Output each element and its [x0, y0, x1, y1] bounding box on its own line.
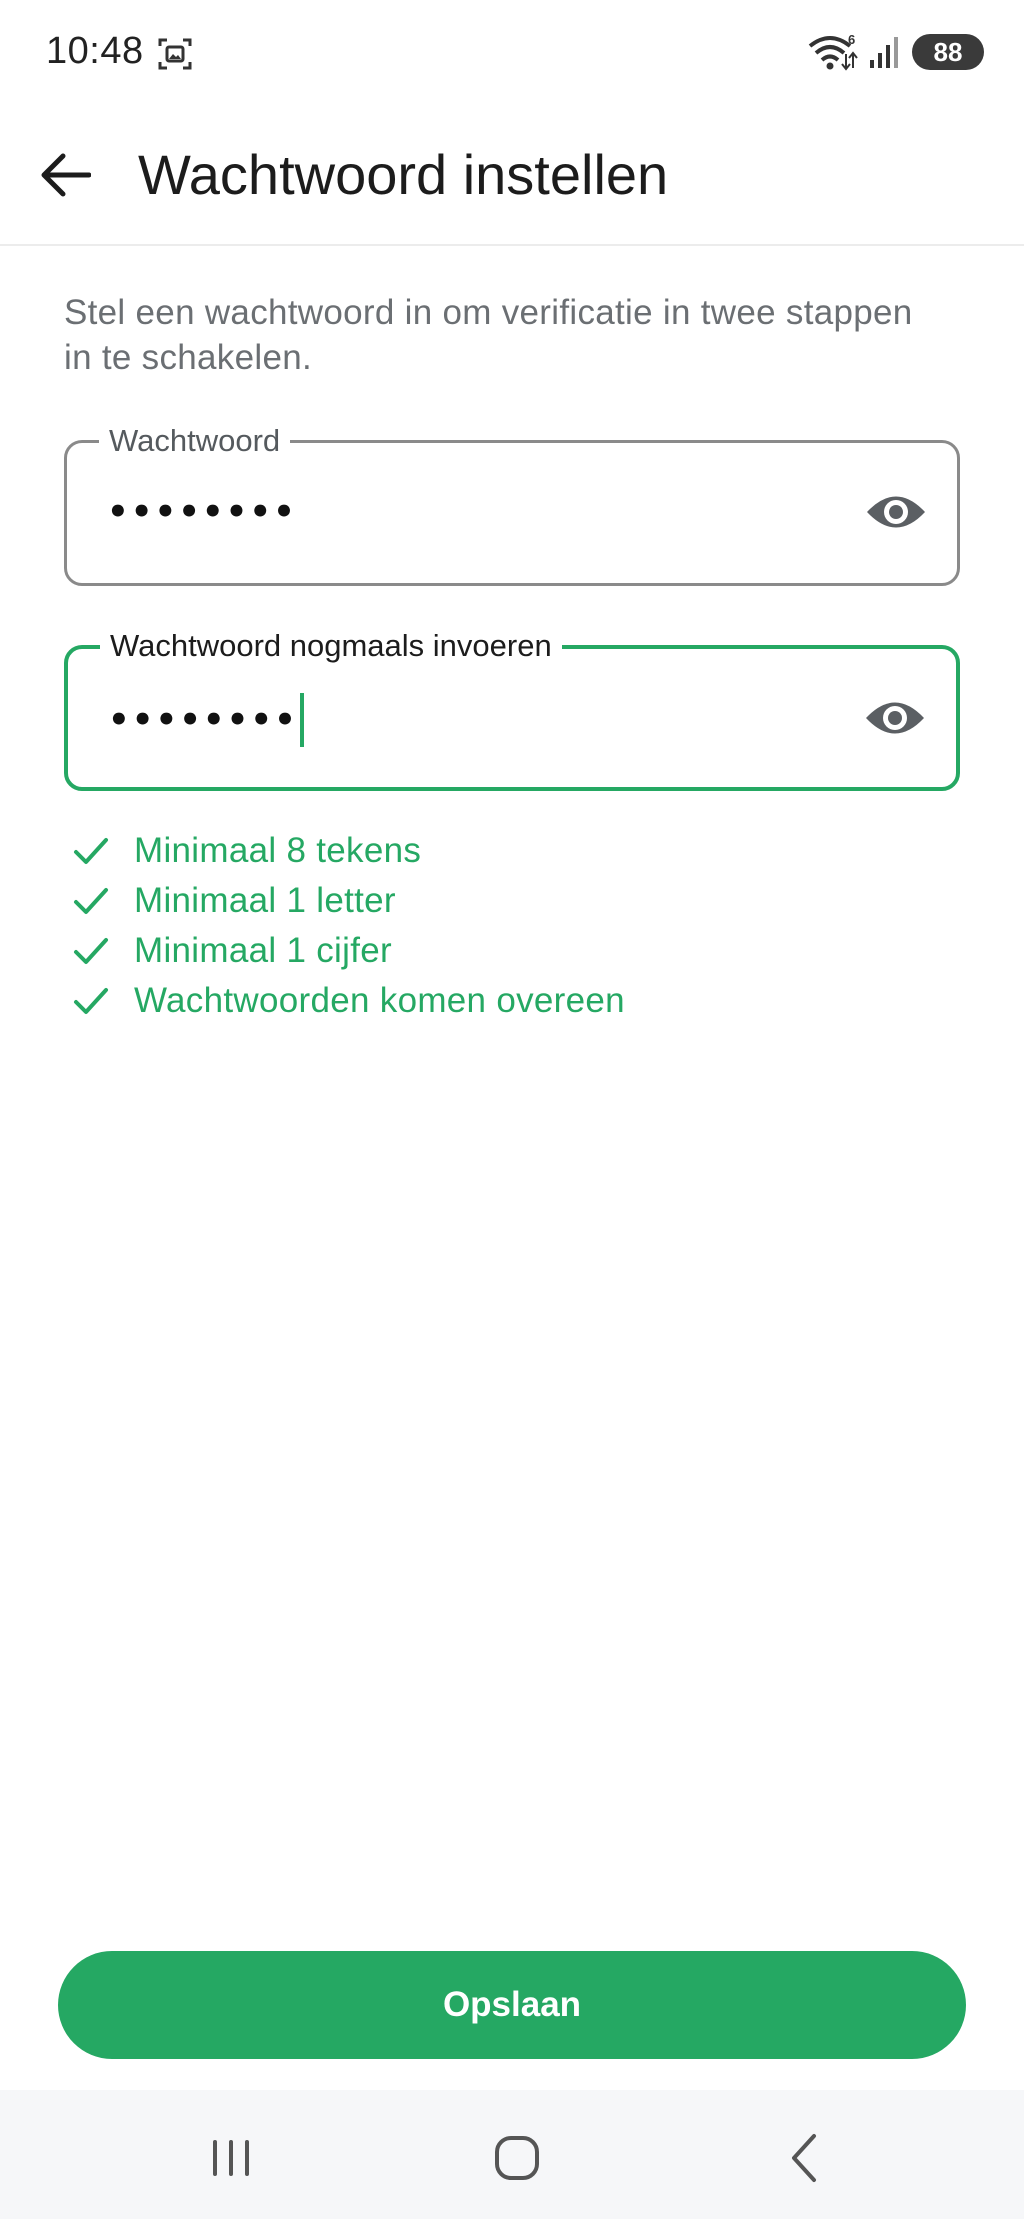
requirement-item: Minimaal 8 tekens	[70, 826, 625, 876]
requirement-item: Minimaal 1 letter	[70, 876, 625, 926]
back-button[interactable]	[30, 140, 100, 210]
chevron-left-icon[interactable]	[774, 2130, 834, 2186]
text-caret	[299, 693, 304, 747]
page-title: Wachtwoord instellen	[138, 143, 669, 206]
home-icon[interactable]	[487, 2130, 547, 2186]
requirement-label: Minimaal 8 tekens	[134, 831, 422, 870]
status-bar: 10:48 6 88	[0, 0, 1024, 110]
intro-text: Stel een wachtwoord in om verificatie in…	[64, 293, 913, 377]
check-icon	[74, 838, 108, 864]
password-field-label: Wachtwoord	[99, 421, 291, 461]
confirm-password-field-label: Wachtwoord nogmaals invoeren	[100, 626, 562, 666]
requirement-item: Wachtwoorden komen overeen	[70, 976, 625, 1026]
signal-icon	[870, 37, 898, 68]
wifi-badge: 6	[848, 32, 855, 47]
navigation-bar	[0, 2090, 1024, 2219]
check-icon	[74, 988, 108, 1014]
requirement-label: Minimaal 1 cijfer	[134, 931, 392, 970]
save-button[interactable]: Opslaan	[58, 1951, 966, 2059]
eye-icon[interactable]	[865, 487, 927, 537]
app-bar: Wachtwoord instellen	[0, 110, 1024, 246]
confirm-password-field-value[interactable]: ••••••••	[108, 693, 304, 747]
eye-icon[interactable]	[864, 693, 926, 743]
requirement-label: Minimaal 1 letter	[134, 881, 396, 920]
requirement-item: Minimaal 1 cijfer	[70, 926, 625, 976]
password-field-value[interactable]: ••••••••	[107, 487, 297, 537]
wifi-icon: 6	[808, 32, 858, 71]
password-field[interactable]: Wachtwoord ••••••••	[64, 421, 960, 586]
recents-icon[interactable]	[201, 2130, 261, 2186]
requirement-label: Wachtwoorden komen overeen	[134, 981, 625, 1020]
arrow-left-icon	[41, 153, 91, 197]
status-time: 10:48	[46, 30, 144, 72]
battery-indicator: 88	[912, 34, 984, 70]
check-icon	[74, 888, 108, 914]
screenshot-icon	[158, 38, 192, 70]
confirm-password-dots: ••••••••	[108, 700, 298, 740]
confirm-password-field[interactable]: Wachtwoord nogmaals invoeren ••••••••	[64, 626, 960, 791]
password-requirements: Minimaal 8 tekens Minimaal 1 letter Mini…	[70, 826, 625, 1026]
check-icon	[74, 938, 108, 964]
status-icons: 6 88	[806, 30, 984, 74]
